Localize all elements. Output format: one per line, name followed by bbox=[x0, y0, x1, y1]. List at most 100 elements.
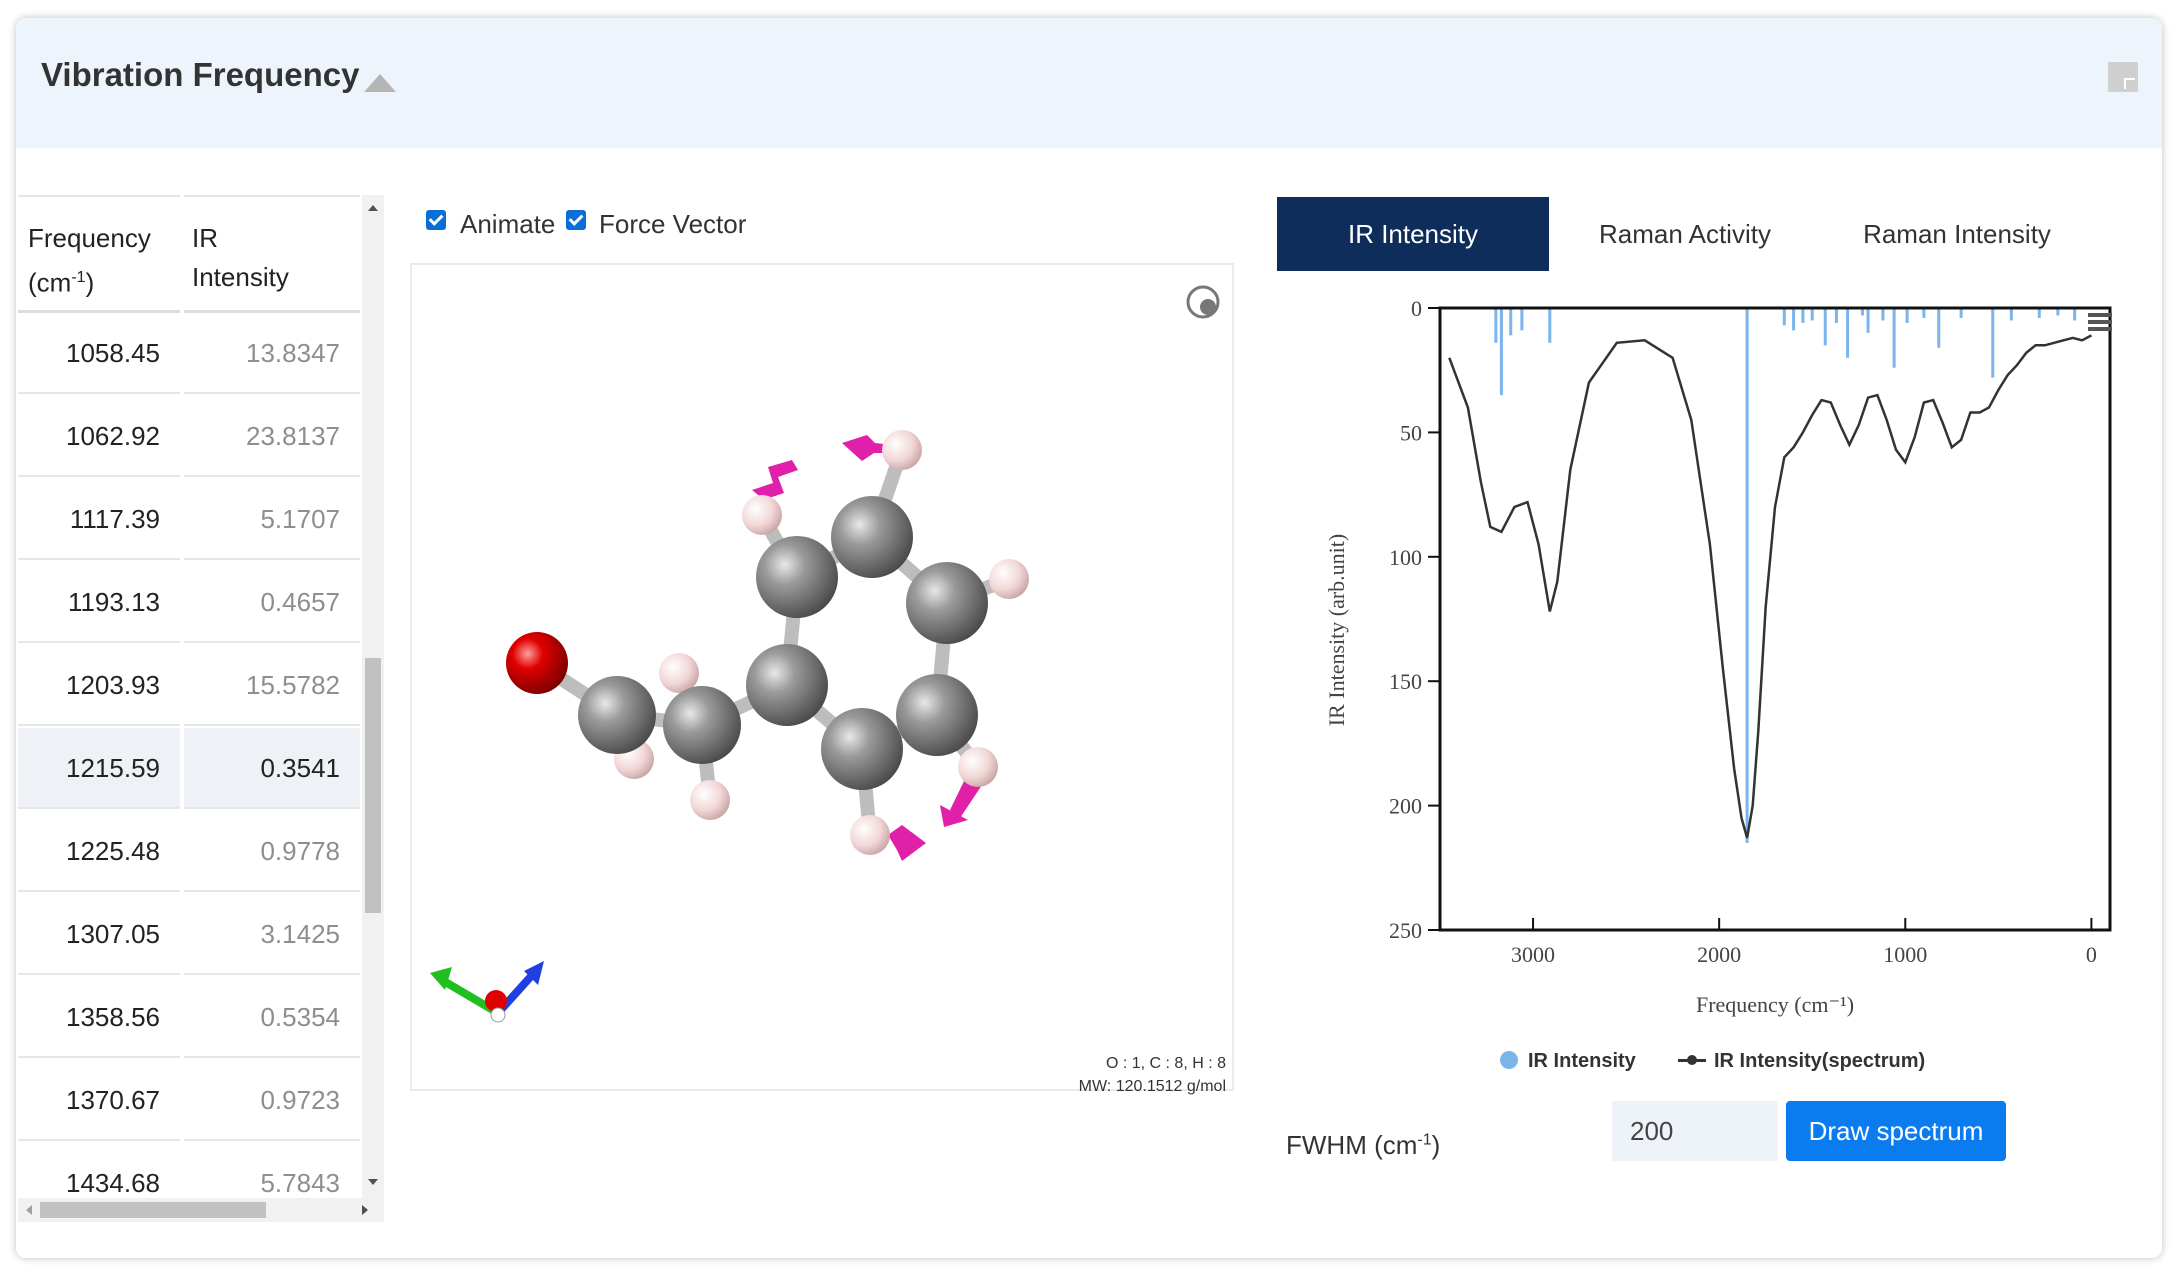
chart-menu-icon[interactable] bbox=[2088, 313, 2112, 331]
tab-ir-intensity[interactable]: IR Intensity bbox=[1277, 197, 1549, 271]
frequency-cell: 1215.59 bbox=[18, 728, 180, 809]
ir-intensity-cell: 5.1707 bbox=[184, 479, 360, 560]
frequency-cell: 1307.05 bbox=[18, 894, 180, 975]
ir-intensity-cell: 0.9723 bbox=[184, 1060, 360, 1141]
collapse-icon[interactable] bbox=[364, 74, 396, 92]
frequency-cell: 1117.39 bbox=[18, 479, 180, 560]
x-axis-label: Frequency (cm⁻¹) bbox=[1696, 992, 1854, 1017]
x-tick-label: 2000 bbox=[1697, 942, 1741, 967]
panel-header: Vibration Frequency bbox=[16, 18, 2162, 148]
ir-bar[interactable] bbox=[1509, 308, 1513, 336]
table-vertical-scrollbar[interactable] bbox=[362, 195, 384, 1198]
table-row[interactable]: 1358.56 0.5354 bbox=[18, 977, 360, 1058]
molecule-canvas[interactable] bbox=[412, 265, 1232, 1089]
ir-intensity-cell: 3.1425 bbox=[184, 894, 360, 975]
x-tick-label: 1000 bbox=[1883, 942, 1927, 967]
ir-bar[interactable] bbox=[1823, 308, 1827, 346]
animate-label: Animate bbox=[460, 209, 556, 239]
panel-title: Vibration Frequency bbox=[41, 56, 360, 93]
plot-area bbox=[1438, 306, 2112, 932]
ir-bar[interactable] bbox=[1846, 308, 1850, 358]
ir-bar[interactable] bbox=[1905, 308, 1909, 323]
fwhm-label: FWHM (cm-1) bbox=[1286, 1130, 1441, 1160]
table-row[interactable]: 1058.45 13.8347 bbox=[18, 313, 360, 394]
ir-bar[interactable] bbox=[1792, 308, 1796, 331]
ir-bar[interactable] bbox=[1520, 308, 1524, 331]
tab-raman-intensity[interactable]: Raman Intensity bbox=[1821, 197, 2093, 271]
fwhm-input[interactable] bbox=[1612, 1101, 1778, 1161]
ir-bar[interactable] bbox=[1494, 308, 1498, 343]
table-row[interactable]: 1307.05 3.1425 bbox=[18, 894, 360, 975]
molecule-viewer[interactable]: O : 1, C : 8, H : 8 MW: 120.1512 g/mol bbox=[410, 263, 1234, 1095]
frequency-cell: 1370.67 bbox=[18, 1060, 180, 1141]
table-row[interactable]: 1117.39 5.1707 bbox=[18, 479, 360, 560]
table-row[interactable]: 1193.13 0.4657 bbox=[18, 562, 360, 643]
frequency-cell: 1358.56 bbox=[18, 977, 180, 1058]
legend-line-icon bbox=[1678, 1051, 1706, 1069]
table-row[interactable]: 1203.93 15.5782 bbox=[18, 645, 360, 726]
ir-intensity-cell: 0.5354 bbox=[184, 977, 360, 1058]
ir-bar[interactable] bbox=[1810, 308, 1814, 321]
ir-intensity-cell: 0.3541 bbox=[184, 728, 360, 809]
ir-bar[interactable] bbox=[2073, 308, 2077, 321]
table-horizontal-scrollbar[interactable] bbox=[18, 1198, 384, 1222]
expand-icon[interactable] bbox=[2108, 62, 2138, 92]
frequency-cell: 1193.13 bbox=[18, 562, 180, 643]
ir-bar[interactable] bbox=[1745, 308, 1749, 843]
column-header-frequency[interactable]: Frequency (cm-1) bbox=[18, 195, 180, 313]
ir-spectrum-line bbox=[1448, 334, 2092, 839]
y-tick-label: 250 bbox=[1389, 918, 1422, 943]
frequency-cell: 1434.68 bbox=[18, 1143, 180, 1205]
draw-spectrum-button[interactable]: Draw spectrum bbox=[1786, 1101, 2006, 1161]
ir-bar[interactable] bbox=[1548, 308, 1552, 343]
reset-view-icon[interactable] bbox=[1186, 285, 1220, 319]
column-header-ir-intensity[interactable]: IR Intensity bbox=[184, 195, 360, 313]
table-row[interactable]: 1062.92 23.8137 bbox=[18, 396, 360, 477]
scroll-left-icon[interactable] bbox=[26, 1205, 32, 1215]
x-axis-ticks: 3000 2000 1000 0 bbox=[1511, 918, 2097, 967]
table-row[interactable]: 1434.68 5.7843 bbox=[18, 1143, 360, 1205]
force-vector-label: Force Vector bbox=[599, 209, 747, 239]
scroll-up-icon[interactable] bbox=[368, 205, 378, 211]
x-tick-label: 0 bbox=[2086, 942, 2097, 967]
frequency-cell: 1225.48 bbox=[18, 811, 180, 892]
scroll-down-icon[interactable] bbox=[368, 1179, 378, 1185]
frequency-cell: 1058.45 bbox=[18, 313, 180, 394]
force-vector-checkbox[interactable] bbox=[566, 210, 586, 230]
atom-count: O : 1, C : 8, H : 8 bbox=[1105, 1055, 1226, 1072]
tab-raman-activity[interactable]: Raman Activity bbox=[1549, 197, 1821, 271]
x-tick-label: 3000 bbox=[1511, 942, 1555, 967]
scroll-thumb-horizontal[interactable] bbox=[40, 1202, 266, 1218]
table-row[interactable]: 1225.48 0.9778 bbox=[18, 811, 360, 892]
scroll-thumb[interactable] bbox=[365, 658, 381, 913]
ir-bar[interactable] bbox=[1866, 308, 1870, 333]
legend-ir-intensity[interactable]: IR Intensity bbox=[1500, 1050, 1636, 1073]
legend-ir-spectrum[interactable]: IR Intensity(spectrum) bbox=[1678, 1050, 1925, 1073]
frequency-cell: 1062.92 bbox=[18, 396, 180, 477]
scroll-right-icon[interactable] bbox=[362, 1205, 368, 1215]
y-tick-label: 100 bbox=[1389, 545, 1422, 570]
y-axis-ticks: 0 50 100 150 200 250 bbox=[1389, 296, 1440, 943]
ir-bar[interactable] bbox=[1937, 308, 1941, 348]
ir-bar[interactable] bbox=[1801, 308, 1805, 323]
ir-bar[interactable] bbox=[1834, 308, 1838, 323]
table-row[interactable]: 1215.59 0.3541 bbox=[18, 728, 360, 809]
y-tick-label: 0 bbox=[1411, 296, 1422, 321]
ir-bar[interactable] bbox=[2009, 308, 2013, 321]
ir-intensity-cell: 15.5782 bbox=[184, 645, 360, 726]
table-row[interactable]: 1370.67 0.9723 bbox=[18, 1060, 360, 1141]
ir-intensity-cell: 23.8137 bbox=[184, 396, 360, 477]
legend-dot-icon bbox=[1500, 1051, 1518, 1069]
frequency-table: Frequency (cm-1) IR Intensity 1058.45 13.… bbox=[18, 195, 384, 1205]
ir-bar[interactable] bbox=[1892, 308, 1896, 368]
animate-checkbox[interactable] bbox=[426, 210, 446, 230]
y-tick-label: 50 bbox=[1400, 420, 1422, 445]
y-axis-label: IR Intensity (arb.unit) bbox=[1324, 534, 1349, 726]
ir-spectrum-chart: IR Intensity (arb.unit) Frequency (cm⁻¹)… bbox=[1324, 296, 2112, 1017]
ir-bar[interactable] bbox=[1991, 308, 1995, 378]
ir-bar[interactable] bbox=[1881, 308, 1885, 321]
ir-bar[interactable] bbox=[1782, 308, 1786, 326]
y-tick-label: 150 bbox=[1389, 669, 1422, 694]
ir-intensity-cell: 13.8347 bbox=[184, 313, 360, 394]
ir-bar[interactable] bbox=[1499, 308, 1503, 396]
